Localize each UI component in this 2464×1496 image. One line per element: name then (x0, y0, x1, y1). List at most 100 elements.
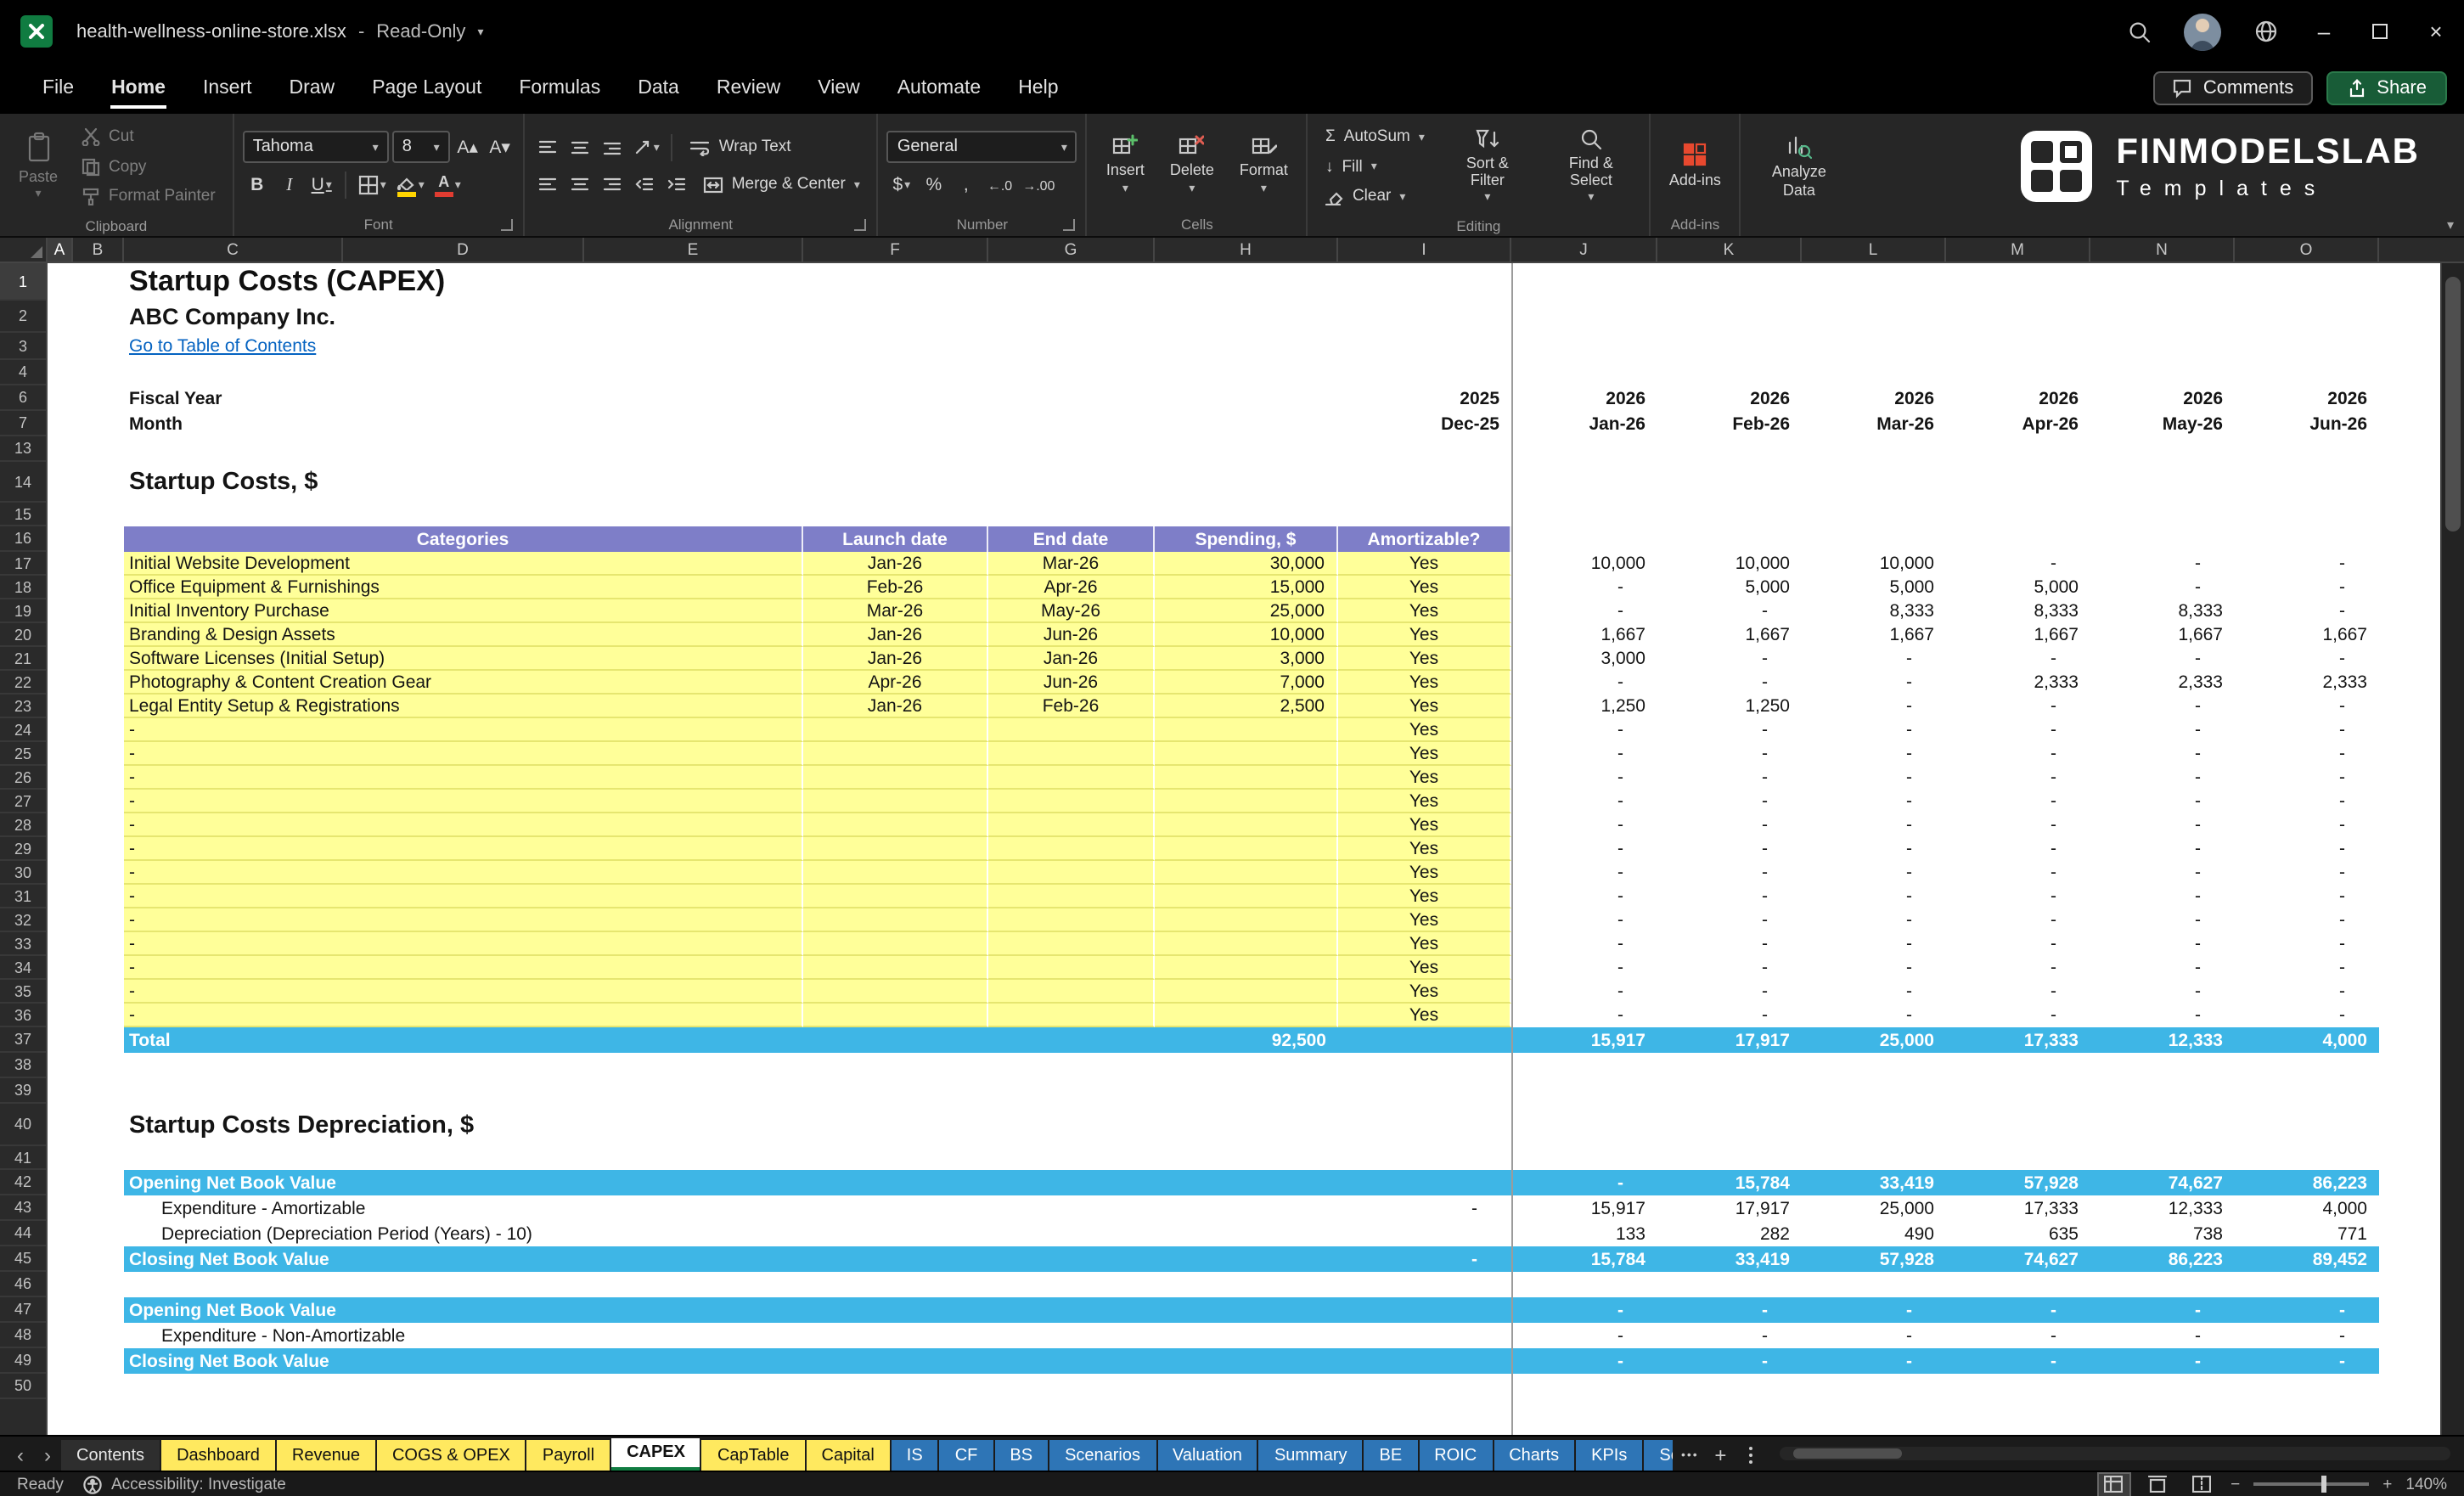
launch-date-cell[interactable] (803, 766, 988, 790)
analyze-data-button[interactable]: Analyze Data (1750, 129, 1848, 201)
row-header-46[interactable]: 46 (0, 1272, 46, 1297)
sheet-cell[interactable]: 25,000 (1802, 1195, 1946, 1221)
empty-cell[interactable] (48, 360, 2440, 385)
row-header-7[interactable]: 7 (0, 411, 46, 436)
sheet-cell[interactable]: - (1338, 1246, 1511, 1272)
fill-button[interactable]: ↓ Fill ▾ (1317, 152, 1433, 181)
sheet-cell[interactable]: - (1802, 1348, 1946, 1374)
launch-date-cell[interactable] (803, 861, 988, 885)
spending-cell[interactable]: 15,000 (1155, 576, 1338, 599)
accessibility-status[interactable]: Accessibility: Investigate (84, 1475, 286, 1493)
end-date-cell[interactable] (988, 742, 1155, 766)
row-header-47[interactable]: 47 (0, 1297, 46, 1323)
empty-cell[interactable] (2379, 885, 2440, 908)
row-header-13[interactable]: 13 (0, 436, 46, 462)
row-header-44[interactable]: 44 (0, 1221, 46, 1246)
category-cell[interactable]: Photography & Content Creation Gear (124, 671, 803, 695)
sheet-cell[interactable]: Jan-26 (1511, 411, 1657, 436)
row-header-36[interactable]: 36 (0, 1004, 46, 1027)
sheet-cell[interactable]: 10,000 (1657, 552, 1802, 576)
sheet-cell[interactable]: - (1802, 932, 1946, 956)
sheet-cell[interactable]: - (1657, 837, 1802, 861)
empty-cell[interactable] (48, 1272, 2440, 1297)
category-cell[interactable]: - (124, 837, 803, 861)
horizontal-scrollbar[interactable] (1766, 1437, 2464, 1471)
end-date-cell[interactable] (988, 908, 1155, 932)
sheet-cell[interactable]: - (1511, 1323, 1657, 1348)
spending-cell[interactable]: 3,000 (1155, 647, 1338, 671)
bold-button[interactable]: B (243, 170, 272, 200)
sheet-cell[interactable]: - (2090, 861, 2235, 885)
sheet-cell[interactable]: - (1511, 885, 1657, 908)
sheet-cell[interactable]: - (1657, 766, 1802, 790)
empty-cell[interactable] (2379, 932, 2440, 956)
sheet-cell[interactable]: Dec-25 (1338, 411, 1511, 436)
sheet-cell[interactable]: - (2090, 1297, 2235, 1323)
empty-cell[interactable] (48, 503, 2440, 526)
category-cell[interactable]: - (124, 790, 803, 813)
globe-icon[interactable] (2235, 0, 2296, 63)
close-button[interactable]: × (2408, 0, 2464, 63)
sheet-cell[interactable]: - (2235, 813, 2379, 837)
sheet-cell[interactable]: - (2235, 1004, 2379, 1027)
sheet-cell[interactable]: 2025 (1338, 385, 1511, 411)
row-header-32[interactable]: 32 (0, 908, 46, 932)
empty-cell[interactable] (1282, 301, 2440, 333)
new-sheet-button[interactable]: + (1705, 1440, 1735, 1471)
sheet-tab-cogs-opex[interactable]: COGS & OPEX (376, 1440, 526, 1471)
row-header-29[interactable]: 29 (0, 837, 46, 861)
merge-center-button[interactable]: Merge & Center ▾ (695, 170, 869, 199)
sheet-cell[interactable]: 1,250 (1511, 695, 1657, 718)
sheet-cell[interactable]: 74,627 (2090, 1170, 2235, 1195)
spending-cell[interactable] (1155, 980, 1338, 1004)
sheet-cell[interactable]: - (1946, 885, 2090, 908)
row-header-35[interactable]: 35 (0, 980, 46, 1004)
sheet-tab-be[interactable]: BE (1364, 1440, 1418, 1471)
sheet-cell[interactable]: 5,000 (1802, 576, 1946, 599)
addins-button[interactable]: Add-ins (1659, 138, 1731, 194)
paste-button[interactable]: Paste ▾ (8, 127, 68, 206)
empty-cell[interactable] (2379, 790, 2440, 813)
end-date-cell[interactable] (988, 766, 1155, 790)
sheet-cell[interactable] (1338, 1170, 1511, 1195)
sheet-cell[interactable] (1338, 1027, 1511, 1053)
sheet-tab-scenarios[interactable]: Scenarios (1049, 1440, 1156, 1471)
document-title[interactable]: health-wellness-online-store.xlsx - Read… (76, 21, 483, 42)
sheet-cell[interactable]: - (1802, 1323, 1946, 1348)
category-cell[interactable]: Initial Inventory Purchase (124, 599, 803, 623)
row-header-20[interactable]: 20 (0, 623, 46, 647)
sheet-tab-bs[interactable]: BS (994, 1440, 1049, 1471)
sheet-cell[interactable]: 74,627 (1946, 1246, 2090, 1272)
row-header-33[interactable]: 33 (0, 932, 46, 956)
sheet-cell[interactable]: - (1657, 647, 1802, 671)
sheet-cell[interactable]: - (1657, 885, 1802, 908)
empty-cell[interactable] (48, 1053, 2440, 1078)
category-cell[interactable]: - (124, 742, 803, 766)
amortizable-cell[interactable]: Yes (1338, 837, 1511, 861)
menu-insert[interactable]: Insert (184, 63, 271, 114)
amortizable-cell[interactable]: Yes (1338, 671, 1511, 695)
category-cell[interactable]: Initial Website Development (124, 552, 803, 576)
column-header-H[interactable]: H (1155, 238, 1338, 262)
sheet-cell[interactable]: - (1946, 647, 2090, 671)
row-header-15[interactable]: 15 (0, 503, 46, 526)
underline-button[interactable]: U ▾ (307, 170, 336, 200)
sheet-cell[interactable]: - (1657, 1297, 1802, 1323)
end-date-cell[interactable] (988, 837, 1155, 861)
category-cell[interactable]: Branding & Design Assets (124, 623, 803, 647)
number-dialog-launcher-icon[interactable] (1063, 219, 1076, 231)
end-date-cell[interactable]: May-26 (988, 599, 1155, 623)
amortizable-cell[interactable]: Yes (1338, 695, 1511, 718)
dep-label-cell[interactable]: Opening Net Book Value (124, 1170, 1338, 1195)
sheet-cell[interactable]: - (2090, 908, 2235, 932)
sheet-cell[interactable]: 17,917 (1657, 1027, 1802, 1053)
sheet-cell[interactable]: 5,000 (1657, 576, 1802, 599)
amortizable-cell[interactable]: Yes (1338, 1004, 1511, 1027)
sheet-tab-is[interactable]: IS (891, 1440, 938, 1471)
zoom-slider-thumb[interactable] (2321, 1476, 2326, 1493)
sheet-cell[interactable]: - (2090, 932, 2235, 956)
sheet-tab-roic[interactable]: ROIC (1419, 1440, 1493, 1471)
wrap-text-button[interactable]: Wrap Text (682, 132, 800, 161)
sheet-cell[interactable]: 490 (1802, 1221, 1946, 1246)
column-header-G[interactable]: G (988, 238, 1155, 262)
